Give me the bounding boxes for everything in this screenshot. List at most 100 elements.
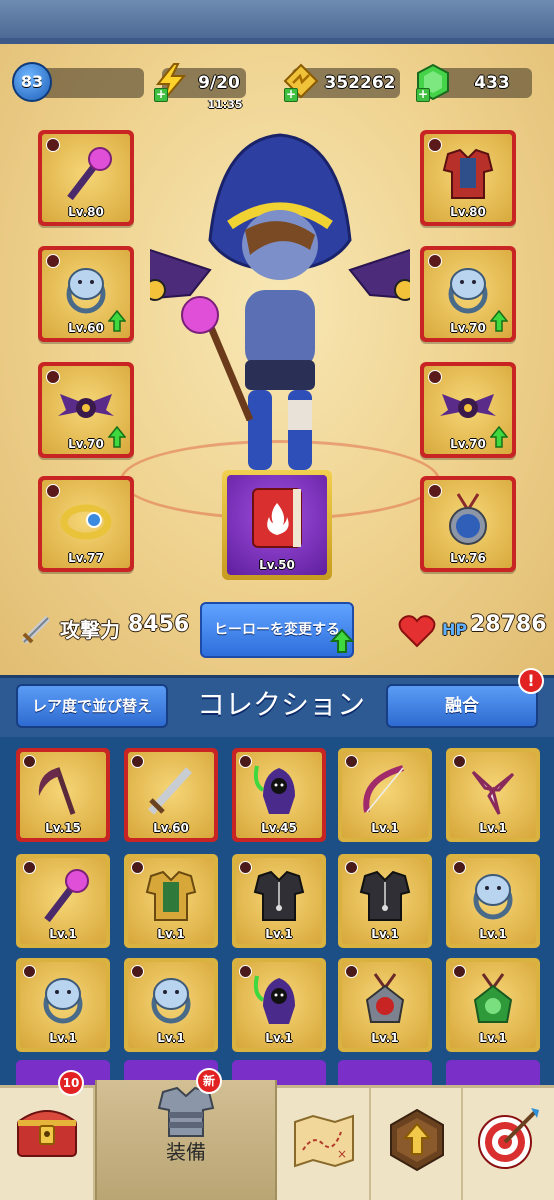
equipped-slot-right-1[interactable]: Lv.80 (420, 130, 516, 226)
equipped-slot-inner: Lv.80 (424, 134, 512, 222)
collection-item[interactable]: Lv.1 (338, 958, 432, 1052)
collection-item[interactable]: Lv.45 (232, 748, 326, 842)
eagle-amulet-icon (438, 490, 498, 554)
gold-armor-icon (141, 866, 201, 930)
equipped-item-level: Lv.76 (450, 551, 486, 565)
lion-ring-icon (141, 970, 201, 1034)
bat-pet-icon (56, 376, 116, 440)
bear-ring-icon (438, 260, 498, 324)
shop-notification-badge: 10 (58, 1070, 84, 1096)
spellbook-slot[interactable]: Lv.50 (222, 470, 332, 580)
collection-item[interactable]: Lv.1 (16, 854, 110, 948)
collection-item[interactable]: Lv.1 (16, 958, 110, 1052)
nav-equipment-label: 装備 (166, 1140, 206, 1164)
gem-plus-icon[interactable]: + (416, 88, 430, 102)
collection-item[interactable]: Lv.60 (124, 748, 218, 842)
shuriken-icon (463, 760, 523, 824)
equipped-slot-inner: Lv.80 (42, 134, 130, 222)
collection-item-inner: Lv.1 (236, 858, 322, 944)
map-icon: × (294, 1114, 354, 1168)
hero-character[interactable] (150, 120, 410, 480)
player-level-badge[interactable]: 83 (12, 62, 52, 102)
top-bar-edge (0, 38, 554, 44)
energy-plus-icon[interactable]: + (154, 88, 168, 102)
upgrade-arrow-icon (390, 1108, 444, 1172)
gold-value: 352262 (324, 73, 396, 93)
energy-timer: 11:35 (207, 98, 243, 111)
collection-item-inner: Lv.1 (20, 962, 106, 1048)
collection-item-level: Lv.15 (45, 821, 81, 835)
collection-item-level: Lv.1 (371, 1031, 399, 1045)
collection-item-inner: Lv.45 (236, 752, 322, 838)
collection-item[interactable]: Lv.1 (446, 958, 540, 1052)
collection-item-inner: Lv.1 (342, 962, 428, 1048)
nav-challenge[interactable] (463, 1088, 554, 1200)
top-bar (0, 0, 554, 40)
collection-item-level: Lv.45 (261, 821, 297, 835)
attack-label: 攻撃力 (60, 618, 120, 642)
collection-item[interactable]: Lv.1 (446, 854, 540, 948)
collection-item-inner: Lv.15 (20, 752, 106, 838)
collection-item-level: Lv.60 (153, 821, 189, 835)
change-hero-label: ヒーローを変更する (214, 622, 340, 638)
equipped-slot-left-2[interactable]: Lv.60 (38, 246, 134, 342)
collection-item-level: Lv.1 (49, 1031, 77, 1045)
black-armor-icon (355, 866, 415, 930)
equipped-slot-right-3[interactable]: Lv.70 (420, 362, 516, 458)
collection-item[interactable]: Lv.1 (232, 958, 326, 1052)
merge-button[interactable]: 融合 (386, 684, 538, 728)
equipped-item-level: Lv.80 (68, 205, 104, 219)
bat-pet-icon (438, 376, 498, 440)
nav-shop[interactable] (0, 1088, 95, 1200)
sword-stat-icon (21, 615, 51, 645)
black-armor-icon (249, 866, 309, 930)
level-bar (40, 68, 144, 98)
collection-item[interactable]: Lv.1 (338, 748, 432, 842)
sort-by-rarity-label: レア度で並び替え (31, 697, 152, 715)
hp-label: HP (442, 620, 468, 639)
nav-map[interactable]: × (277, 1088, 371, 1200)
collection-item-level: Lv.1 (157, 927, 185, 941)
energy-value: 9/20 (198, 73, 240, 93)
equipped-item-level: Lv.77 (68, 551, 104, 565)
collection-item-level: Lv.1 (265, 1031, 293, 1045)
collection-item-level: Lv.1 (157, 1031, 185, 1045)
equipped-slot-right-4[interactable]: Lv.76 (420, 476, 516, 572)
new-badge: 新 (196, 1068, 222, 1094)
equipped-slot-left-4[interactable]: Lv.77 (38, 476, 134, 572)
equipped-slot-left-3[interactable]: Lv.70 (38, 362, 134, 458)
collection-item-inner: Lv.1 (450, 858, 536, 944)
equipped-slot-left-1[interactable]: Lv.80 (38, 130, 134, 226)
collection-item[interactable]: Lv.1 (446, 748, 540, 842)
gold-bracelet-icon (56, 490, 116, 554)
nav-upgrade[interactable] (371, 1088, 463, 1200)
collection-item-inner: Lv.1 (450, 962, 536, 1048)
heart-icon (398, 615, 436, 648)
sort-by-rarity-button[interactable]: レア度で並び替え (16, 684, 168, 728)
collection-title: コレクション (196, 688, 365, 721)
collection-item-level: Lv.1 (265, 927, 293, 941)
collection-item[interactable]: Lv.1 (124, 958, 218, 1052)
equipped-item-level: Lv.80 (450, 205, 486, 219)
collection-item[interactable]: Lv.1 (232, 854, 326, 948)
collection-item[interactable]: Lv.1 (338, 854, 432, 948)
bow-icon (355, 760, 415, 824)
collection-item-inner: Lv.1 (342, 858, 428, 944)
collection-item-inner: Lv.1 (128, 858, 214, 944)
equipped-slot-inner: Lv.60 (42, 250, 130, 338)
collection-item-level: Lv.1 (371, 927, 399, 941)
sword-icon (141, 760, 201, 824)
reaper-pet-icon (249, 970, 309, 1034)
collection-item[interactable]: Lv.15 (16, 748, 110, 842)
collection-item-level: Lv.1 (371, 821, 399, 835)
collection-item-level: Lv.1 (479, 1031, 507, 1045)
collection-item[interactable]: Lv.1 (124, 854, 218, 948)
gold-plus-icon[interactable]: + (284, 88, 298, 102)
collection-item-inner: Lv.1 (20, 858, 106, 944)
merge-label: 融合 (445, 696, 479, 716)
merge-alert-badge: ! (518, 668, 544, 694)
treasure-chest-icon (17, 1110, 77, 1157)
equipped-slot-right-2[interactable]: Lv.70 (420, 246, 516, 342)
bull-amulet-icon (355, 970, 415, 1034)
bull-ring-icon (33, 970, 93, 1034)
